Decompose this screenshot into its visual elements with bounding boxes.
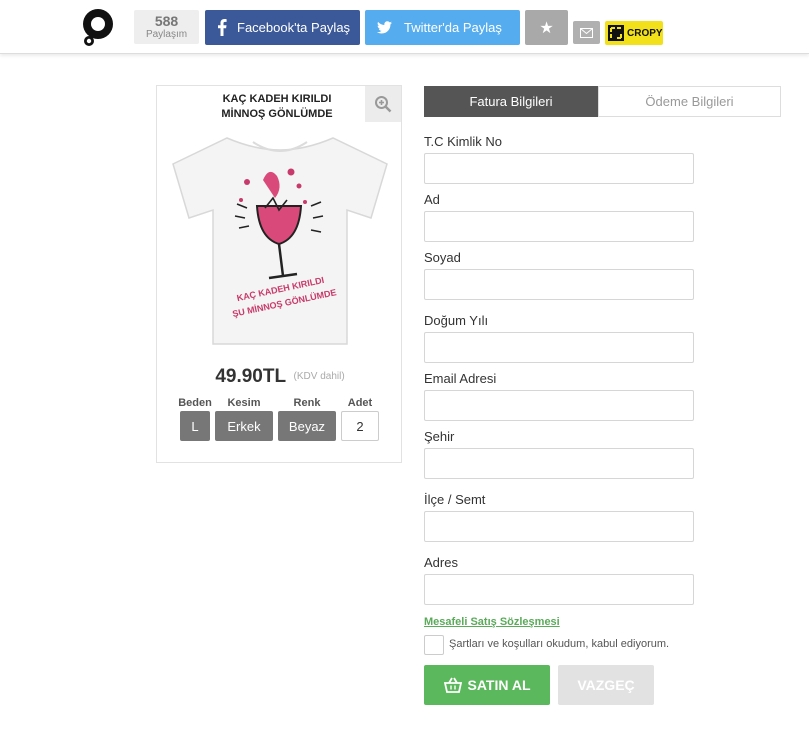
cropy-button[interactable]: CROPY bbox=[605, 21, 663, 45]
district-input[interactable] bbox=[424, 511, 694, 542]
terms-checkbox[interactable] bbox=[424, 635, 444, 655]
facebook-share-button[interactable]: Facebook'ta Paylaş bbox=[205, 10, 360, 45]
top-bar: 588 Paylaşım Facebook'ta Paylaş Twitter'… bbox=[0, 0, 809, 54]
star-icon: ★ bbox=[539, 19, 554, 37]
facebook-icon bbox=[218, 19, 227, 36]
buy-button[interactable]: SATIN AL bbox=[424, 665, 550, 705]
color-selector[interactable]: Beyaz bbox=[278, 411, 336, 441]
address-label: Adres bbox=[424, 555, 458, 570]
surname-input[interactable] bbox=[424, 269, 694, 300]
email-input[interactable] bbox=[424, 390, 694, 421]
zoom-in-icon bbox=[375, 96, 392, 113]
tab-billing-info[interactable]: Fatura Bilgileri bbox=[424, 86, 598, 117]
product-title: KAÇ KADEH KIRILDI MİNNOŞ GÖNLÜMDE bbox=[197, 92, 357, 122]
share-count: 588 bbox=[154, 13, 179, 29]
district-label: İlçe / Semt bbox=[424, 492, 486, 507]
twitter-icon bbox=[377, 21, 392, 34]
twitter-share-button[interactable]: Twitter'da Paylaş bbox=[365, 10, 520, 45]
email-label: Email Adresi bbox=[424, 371, 497, 386]
birth-year-input[interactable] bbox=[424, 332, 694, 363]
favorite-button[interactable]: ★ bbox=[525, 10, 568, 45]
share-count-badge: 588 Paylaşım bbox=[134, 10, 199, 44]
product-price: 49.90TL bbox=[215, 366, 287, 387]
city-label: Şehir bbox=[424, 429, 455, 444]
cut-label: Kesim bbox=[227, 397, 261, 409]
email-share-button[interactable] bbox=[573, 21, 600, 44]
color-label: Renk bbox=[293, 397, 321, 409]
price-block: 49.90TL (KDV dahil) bbox=[157, 366, 403, 388]
product-card: KAÇ KADEH KIRILDI MİNNOŞ GÖNLÜMDE KAÇ KA… bbox=[156, 85, 402, 463]
envelope-icon bbox=[580, 27, 593, 38]
facebook-share-label: Facebook'ta Paylaş bbox=[237, 20, 351, 35]
address-input[interactable] bbox=[424, 574, 694, 605]
product-title-line2: MİNNOŞ GÖNLÜMDE bbox=[221, 108, 333, 120]
city-input[interactable] bbox=[424, 448, 694, 479]
crop-icon bbox=[608, 25, 624, 41]
size-label: Beden bbox=[178, 397, 212, 409]
cut-selector[interactable]: Erkek bbox=[215, 411, 273, 441]
cancel-button[interactable]: VAZGEÇ bbox=[558, 665, 654, 705]
basket-icon bbox=[443, 677, 462, 693]
tc-id-input[interactable] bbox=[424, 153, 694, 184]
price-tax-note: (KDV dahil) bbox=[293, 371, 345, 382]
product-title-line1: KAÇ KADEH KIRILDI bbox=[222, 93, 332, 105]
name-label: Ad bbox=[424, 192, 440, 207]
name-input[interactable] bbox=[424, 211, 694, 242]
tc-id-label: T.C Kimlik No bbox=[424, 134, 503, 149]
surname-label: Soyad bbox=[424, 250, 461, 265]
zoom-button[interactable] bbox=[365, 86, 401, 122]
tshirt-image: KAÇ KADEH KIRILDI ŞU MİNNOŞ GÖNLÜMDE bbox=[172, 137, 388, 345]
size-selector[interactable]: L bbox=[180, 411, 210, 441]
birth-year-label: Doğum Yılı bbox=[424, 313, 489, 328]
tab-payment-info[interactable]: Ödeme Bilgileri bbox=[598, 86, 781, 117]
share-count-label: Paylaşım bbox=[145, 29, 188, 40]
buy-button-label: SATIN AL bbox=[467, 677, 531, 693]
quantity-label: Adet bbox=[347, 397, 373, 409]
twitter-share-label: Twitter'da Paylaş bbox=[404, 20, 502, 35]
quantity-input[interactable]: 2 bbox=[341, 411, 379, 441]
site-logo[interactable] bbox=[80, 8, 116, 48]
cropy-label: CROPY bbox=[627, 27, 663, 39]
distance-sales-contract-link[interactable]: Mesafeli Satış Sözleşmesi bbox=[424, 616, 560, 628]
terms-text: Şartları ve koşulları okudum, kabul ediy… bbox=[449, 638, 670, 650]
